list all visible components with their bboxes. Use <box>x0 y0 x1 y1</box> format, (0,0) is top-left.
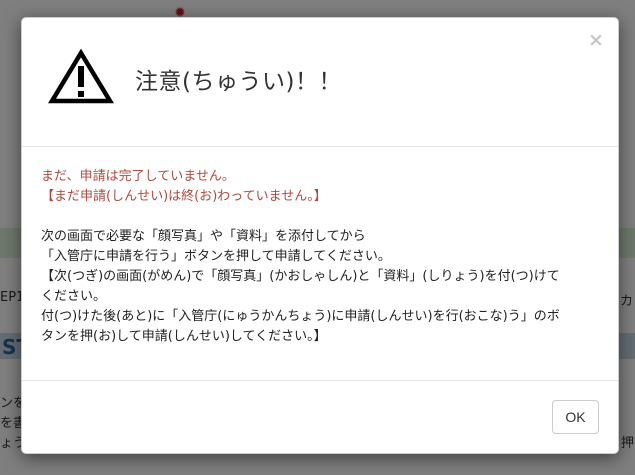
alert-message-line: まだ、申請は完了していません。 <box>41 169 235 184</box>
dialog-body: まだ、申請は完了していません。 【まだ申請(しんせい)は終(お)わっていません。… <box>22 147 618 381</box>
instruction-line: タンを押(お)して申請(しんせい)してください。】 <box>41 329 327 344</box>
dialog-footer: OK <box>22 381 618 453</box>
alert-message-line: 【まだ申請(しんせい)は終(お)わっていません。】 <box>41 189 327 204</box>
instruction-line: ください。 <box>41 289 107 304</box>
instruction-line: 「入管庁に申請を行う」ボタンを押して申請してください。 <box>41 249 391 264</box>
dialog-title: 注意(ちゅうい)！！ <box>135 69 342 95</box>
instruction-line: 次の画面で必要な「顔写真」や「資料」を添付してから <box>41 229 366 244</box>
warning-dialog: 注意(ちゅうい)！！ × まだ、申請は完了していません。 【まだ申請(しんせい)… <box>21 17 619 454</box>
page: ✹ EP1 カ ST ンを を書 ょう 押 注意(ちゅうい)！！ × まだ、申請… <box>0 0 635 475</box>
close-button[interactable]: × <box>588 30 604 50</box>
instruction-line: 付(つ)けた後(あと)に「入管庁(にゅうかんちょう)に申請(しんせい)を行(おこ… <box>41 309 560 324</box>
warning-triangle-icon <box>48 48 114 104</box>
dialog-header: 注意(ちゅうい)！！ × <box>22 18 618 147</box>
instruction-line: 【次(つぎ)の画面(がめん)で「顔写真」(かおしゃしん)と「資料」(しりょう)を… <box>41 269 560 284</box>
ok-button[interactable]: OK <box>552 400 599 434</box>
